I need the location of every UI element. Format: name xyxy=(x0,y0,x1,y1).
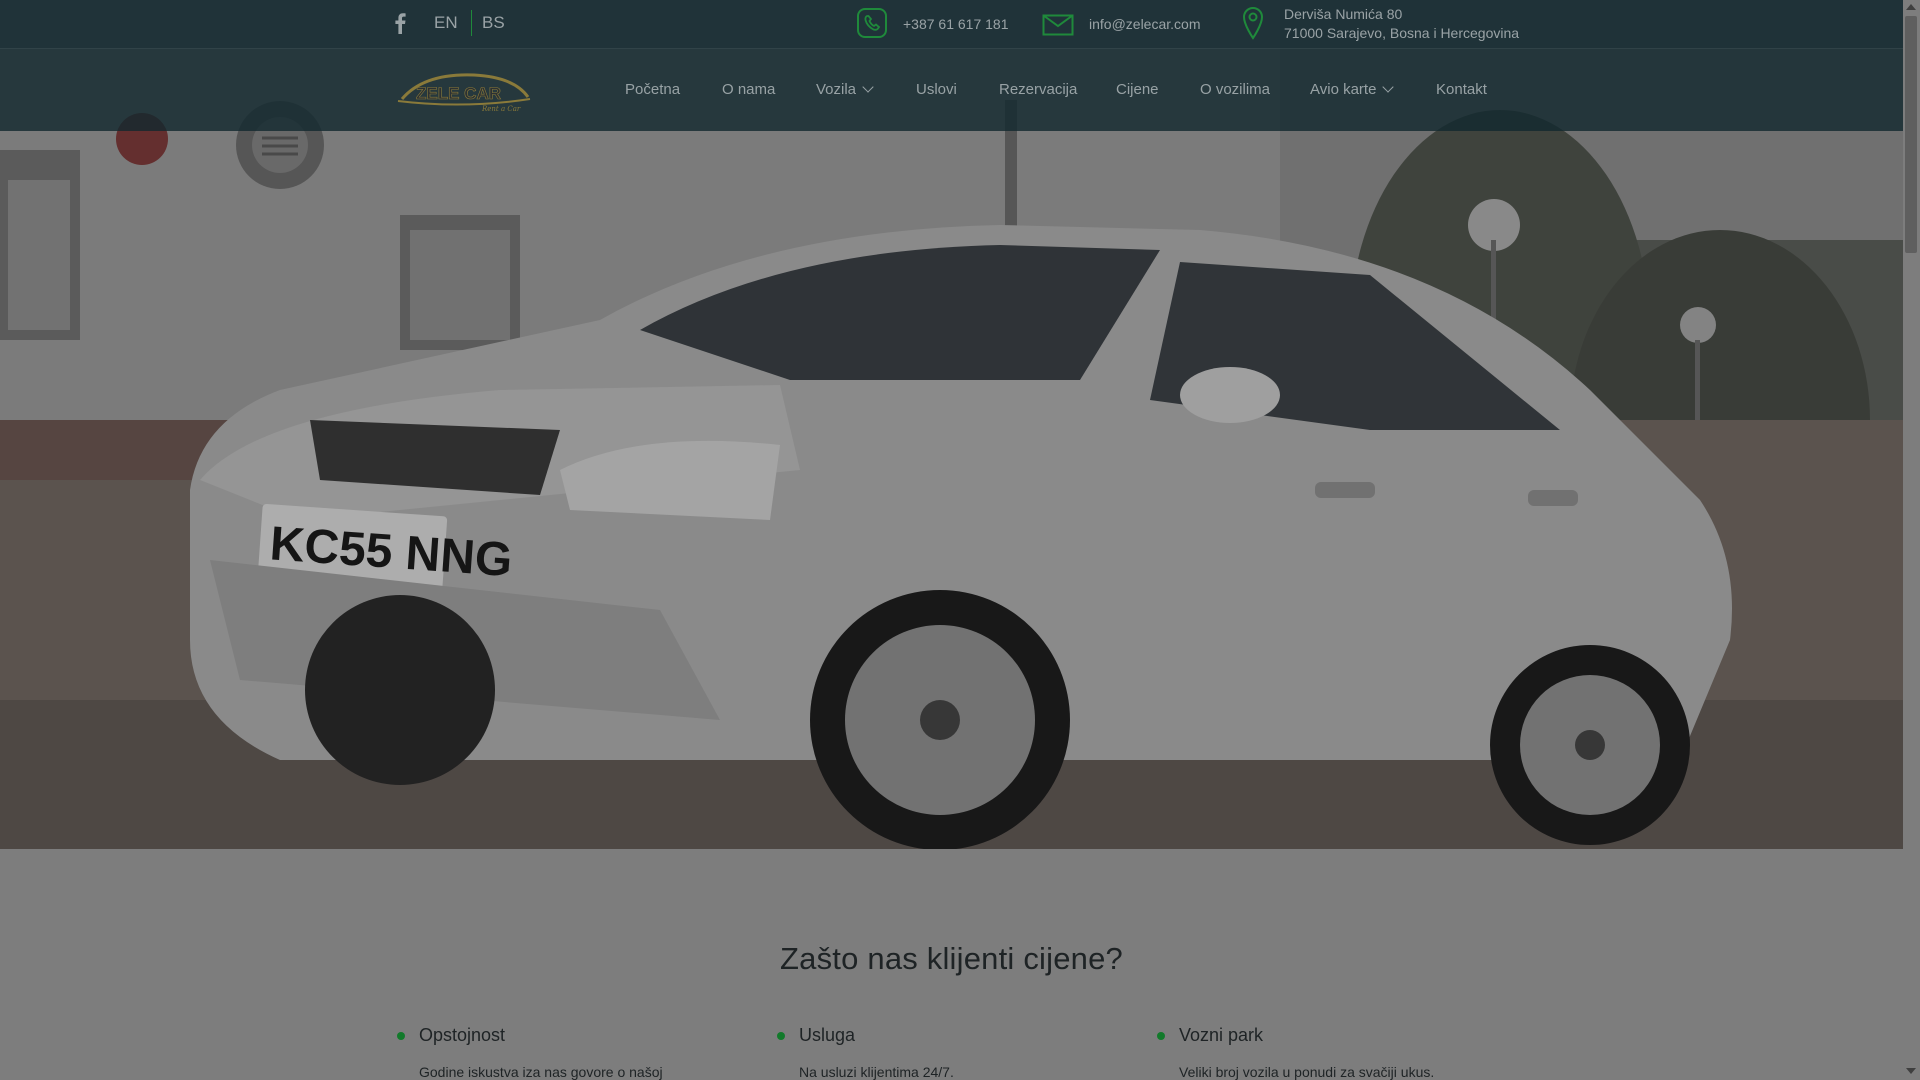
language-bs-link[interactable]: BS xyxy=(482,13,505,33)
chevron-down-icon xyxy=(1382,81,1395,93)
nav-item-uslovi[interactable]: Uslovi xyxy=(916,81,957,98)
feature-title-opstojnost: Opstojnost xyxy=(419,1025,506,1045)
feature-title-vozni-park: Vozni park xyxy=(1179,1025,1264,1045)
logo-text: ZELE CAR xyxy=(416,84,501,103)
language-separator xyxy=(471,10,472,36)
feature-desc-usluga: Na usluzi klijentima 24/7. xyxy=(799,1064,954,1080)
location-pin-icon xyxy=(1242,7,1264,40)
bullet-icon xyxy=(397,1032,405,1040)
nav-item-rezervacija[interactable]: Rezervacija xyxy=(999,81,1077,98)
scroll-down-arrow-icon[interactable] xyxy=(1906,1068,1916,1074)
facebook-icon[interactable] xyxy=(392,12,408,34)
scrollbar-thumb[interactable] xyxy=(1905,16,1917,253)
nav-item-avio-karte[interactable]: Avio karte xyxy=(1310,81,1395,98)
logo-subtext: Rent a Car xyxy=(481,105,521,113)
address-line-2: 71000 Sarajevo, Bosna i Hercegovina xyxy=(1284,25,1520,41)
language-en-link[interactable]: EN xyxy=(434,13,458,33)
feature-desc-opstojnost: Godine iskustva iza nas govore o našoj xyxy=(419,1064,663,1080)
phone-number[interactable]: +387 61 617 181 xyxy=(903,16,1009,32)
nav-item-vozila-label: Vozila xyxy=(816,81,857,98)
nav-item-vozila[interactable]: Vozila xyxy=(816,81,874,98)
bullet-icon xyxy=(1157,1032,1165,1040)
feature-title-usluga: Usluga xyxy=(799,1025,856,1045)
mail-icon xyxy=(1042,14,1074,36)
email-address[interactable]: info@zelecar.com xyxy=(1089,16,1200,32)
nav-item-o-nama[interactable]: O nama xyxy=(722,81,775,98)
section-title: Zašto nas klijenti cijene? xyxy=(780,941,1123,976)
phone-icon xyxy=(857,8,887,38)
scroll-up-arrow-icon[interactable] xyxy=(1906,4,1916,10)
address-line-1: Derviša Numića 80 xyxy=(1284,6,1403,22)
bullet-icon xyxy=(777,1032,785,1040)
chevron-down-icon xyxy=(862,81,874,93)
nav-item-pocetna[interactable]: Početna xyxy=(625,81,680,98)
nav-item-o-vozilima[interactable]: O vozilima xyxy=(1200,81,1270,98)
page: KC55 NNG EN BS +387 61 617 181 info@zele… xyxy=(0,0,1903,1080)
feature-desc-vozni-park: Veliki broj vozila u ponudi za svačiji u… xyxy=(1179,1064,1435,1080)
nav-item-cijene[interactable]: Cijene xyxy=(1116,81,1159,98)
top-bar: EN BS +387 61 617 181 info@zelecar.com D… xyxy=(0,0,1903,49)
nav-item-kontakt[interactable]: Kontakt xyxy=(1436,81,1487,98)
site-logo[interactable]: ZELE CAR Rent a Car xyxy=(394,65,534,115)
nav-item-avio-karte-label: Avio karte xyxy=(1310,81,1377,98)
